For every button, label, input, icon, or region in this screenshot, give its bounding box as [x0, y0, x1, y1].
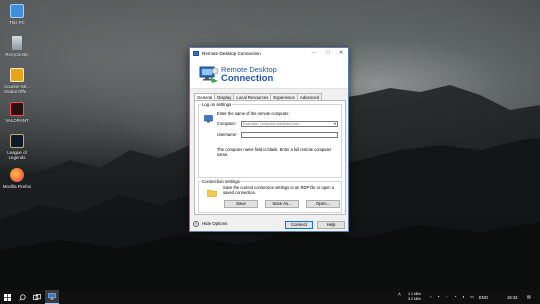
desktop-icon-label: Mozilla Firefox — [2, 184, 32, 189]
tab-advanced[interactable]: Advanced — [296, 93, 323, 100]
connection-settings-title: Connection settings — [201, 179, 241, 184]
logon-settings-title: Log on settings — [201, 102, 233, 107]
general-tab-panel: Log on settings Enter the name of the re… — [194, 100, 346, 215]
csgo-icon — [10, 68, 24, 82]
computer-placeholder: Example: computer.fabrikam.com — [243, 122, 300, 126]
tray-overflow-chevron-icon[interactable]: ˄ — [398, 293, 401, 298]
tab-experience[interactable]: Experience — [270, 93, 298, 100]
recycle-bin-icon — [12, 36, 22, 50]
title-bar[interactable]: Remote Desktop Connection — ☐ ✕ — [190, 48, 348, 59]
search-icon — [18, 293, 26, 301]
volume-icon[interactable]: ◖ — [462, 294, 465, 299]
wifi-icon[interactable]: ◔ — [454, 294, 457, 299]
dialog-footer: ˄ Hide Options Connect Help — [190, 219, 348, 231]
taskbar-app-remote-desktop[interactable] — [45, 290, 59, 304]
minimize-icon[interactable]: — — [308, 48, 320, 59]
banner-title-line2: Connection — [221, 73, 274, 84]
desktop-icon-label: This PC — [9, 20, 25, 25]
rdc-logo-icon — [199, 66, 219, 83]
network-up-speed: 1.1 kB/s — [408, 292, 421, 296]
search-button[interactable] — [15, 290, 29, 304]
folder-icon — [207, 189, 217, 197]
save-as-button[interactable]: Save As... — [265, 200, 299, 208]
close-icon[interactable]: ✕ — [334, 48, 348, 59]
task-view-button[interactable] — [30, 290, 44, 304]
connection-settings-text: Save the current connection settings to … — [223, 185, 334, 195]
maximize-icon[interactable]: ☐ — [322, 48, 334, 59]
task-view-icon — [33, 293, 41, 300]
desktop-icon-recycle-bin[interactable]: Recycle Bin — [2, 36, 32, 57]
notifications-icon[interactable]: ▤ — [527, 294, 531, 299]
chevron-down-icon[interactable]: ▾ — [334, 122, 336, 126]
username-field[interactable] — [241, 132, 338, 138]
start-button[interactable] — [0, 290, 14, 304]
battery-icon[interactable]: ▭ — [470, 294, 474, 299]
username-label: Username: — [217, 132, 238, 137]
desktop-icon-label: VALORANT — [5, 118, 29, 123]
tab-local-resources[interactable]: Local Resources — [233, 93, 272, 100]
desktop-icon-this-pc[interactable]: This PC — [2, 4, 32, 25]
rdc-app-icon — [48, 293, 56, 300]
logon-intro-text: Enter the name of the remote computer. — [217, 111, 290, 116]
chevron-up-circle-icon[interactable]: ˄ — [193, 221, 199, 227]
remote-desktop-window: Remote Desktop Connection — ☐ ✕ Remote D… — [189, 47, 349, 232]
window-title: Remote Desktop Connection — [202, 51, 261, 56]
tray-app-icon-3[interactable]: ◦ — [446, 294, 448, 299]
help-button[interactable]: Help — [317, 221, 345, 229]
desktop-icon-csgo[interactable]: Counter-Str... Global Offe... — [2, 68, 32, 94]
tray-app-icon-2[interactable]: ▪ — [438, 294, 440, 299]
valorant-icon — [10, 102, 24, 116]
desktop-icon-label: League of Legends — [7, 150, 27, 160]
computer-icon — [10, 4, 24, 18]
language-indicator[interactable]: ENG — [479, 295, 488, 300]
desktop-icon-league[interactable]: League of Legends — [2, 134, 32, 160]
desktop-icon-firefox[interactable]: Mozilla Firefox — [2, 168, 32, 189]
computer-label: Computer: — [217, 121, 237, 126]
windows-logo-icon — [3, 293, 11, 301]
connection-settings-group: Connection settings Save the current con… — [198, 179, 342, 213]
blank-computer-note: The computer name field is blank. Enter … — [217, 147, 332, 157]
tab-display[interactable]: Display — [214, 93, 235, 100]
desktop-icon-label: Recycle Bin — [5, 52, 29, 57]
save-button[interactable]: Save — [224, 200, 258, 208]
logon-settings-group: Log on settings Enter the name of the re… — [198, 102, 342, 178]
network-speed-meter: 1.1 kB/s 3.2 kB/s — [408, 292, 421, 301]
open-button[interactable]: Open... — [306, 200, 340, 208]
league-icon — [10, 134, 24, 148]
connect-button[interactable]: Connect — [285, 221, 313, 229]
network-down-speed: 3.2 kB/s — [408, 296, 421, 301]
tab-general[interactable]: General — [194, 93, 216, 100]
tray-app-icon[interactable]: ▫ — [430, 294, 432, 299]
clock[interactable]: 16:42 — [507, 295, 517, 300]
rdc-app-icon — [193, 51, 199, 56]
rdc-banner: Remote Desktop Connection — [190, 59, 348, 89]
tab-strip: General Display Local Resources Experien… — [194, 93, 323, 100]
firefox-icon — [10, 168, 24, 182]
taskbar: ˄ 1.1 kB/s 3.2 kB/s ▫ ▪ ◦ ◔ ◖ ▭ ENG 16:4… — [0, 290, 540, 304]
computer-combobox[interactable]: Example: computer.fabrikam.com ▾ — [241, 121, 338, 127]
computer-icon — [204, 115, 213, 123]
desktop-icon-label: Counter-Str... Global Offe... — [3, 84, 31, 94]
desktop-icon-valorant[interactable]: VALORANT — [2, 102, 32, 123]
hide-options-link[interactable]: Hide Options — [202, 221, 227, 226]
